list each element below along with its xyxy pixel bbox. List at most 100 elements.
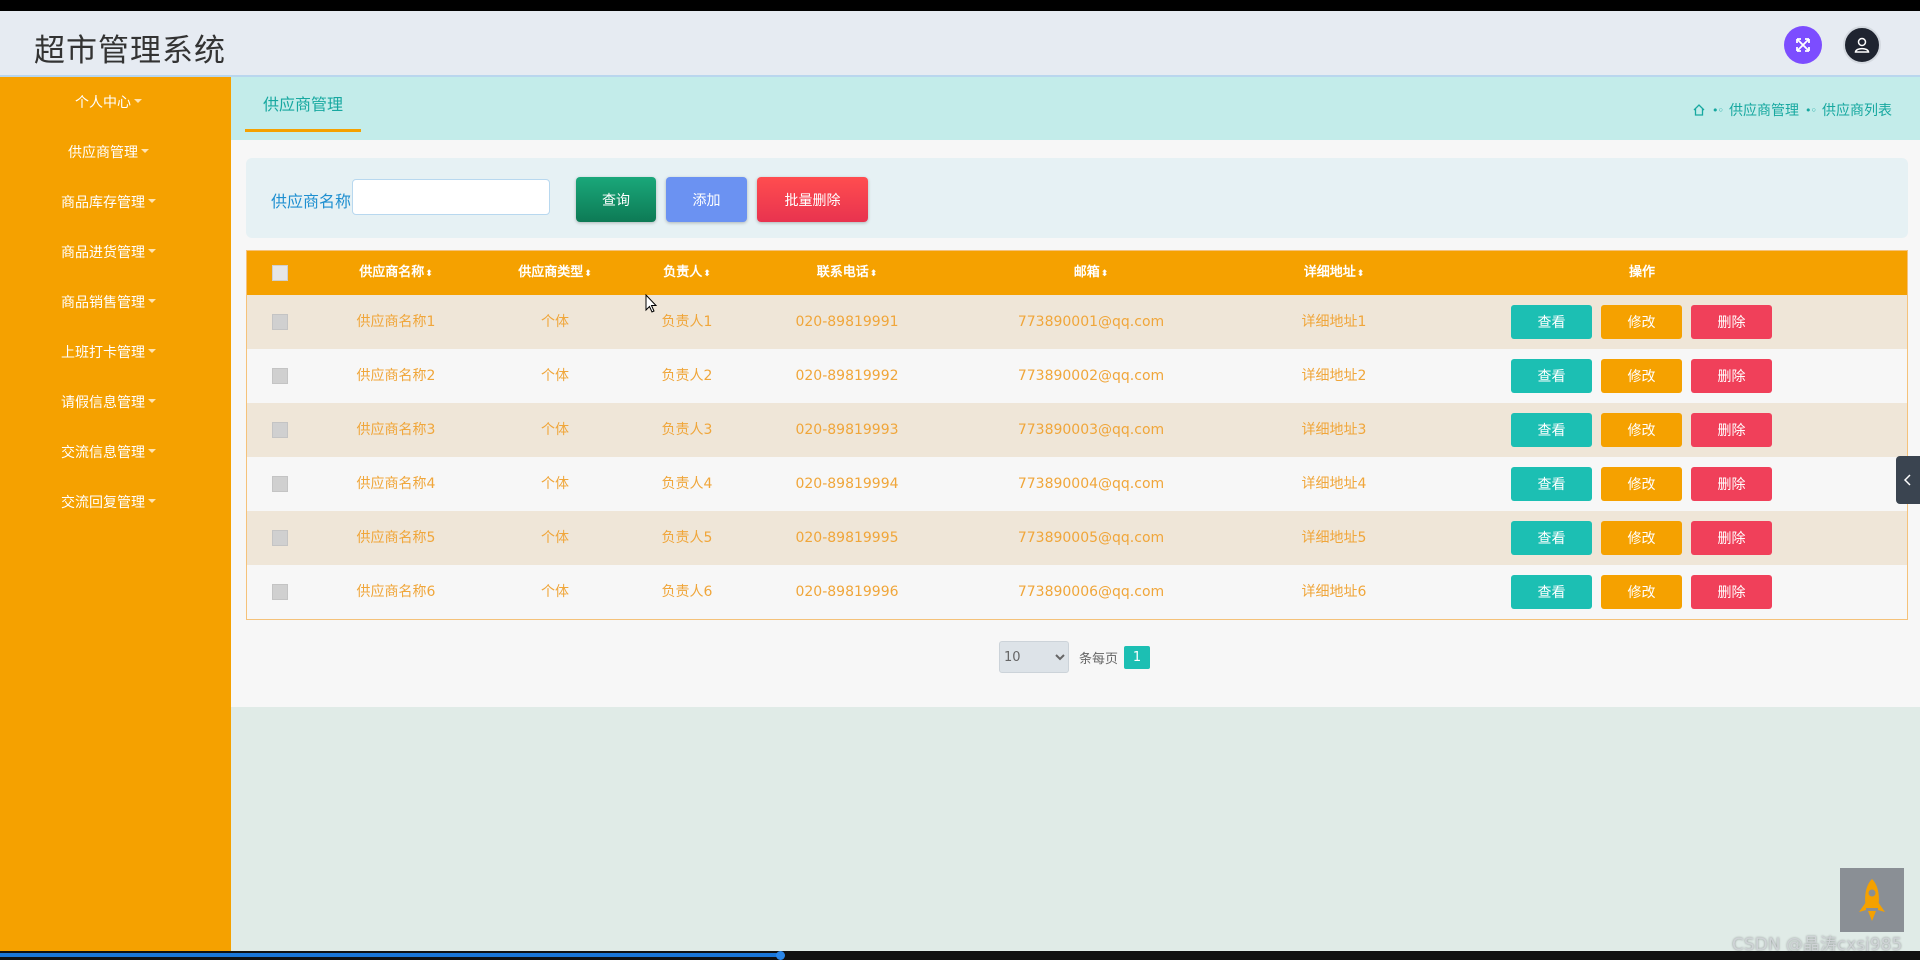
query-button[interactable]: 查询: [576, 177, 656, 222]
sidebar: 个人中心 供应商管理 商品库存管理 商品进货管理 商品销售管理 上班打卡管理 请…: [0, 77, 231, 951]
row-checkbox[interactable]: [272, 368, 288, 384]
user-avatar-button[interactable]: [1843, 26, 1881, 64]
cell-address: 详细地址6: [1301, 584, 1367, 600]
per-page-label: 条每页: [1079, 651, 1119, 667]
row-checkbox[interactable]: [272, 422, 288, 438]
edit-button[interactable]: 修改: [1601, 575, 1682, 609]
breadcrumb-item[interactable]: 供应商管理: [1729, 100, 1799, 120]
row-checkbox[interactable]: [272, 476, 288, 492]
column-header-email[interactable]: 邮箱⬍: [1074, 251, 1109, 295]
sidebar-item-label: 商品库存管理: [61, 195, 145, 211]
table-row: 供应商名称2 个体 负责人2 020-89819992 773890002@qq…: [247, 349, 1907, 403]
search-panel: 供应商名称 查询 添加 批量删除: [246, 158, 1908, 238]
edit-button[interactable]: 修改: [1601, 521, 1682, 555]
caret-down-icon: [141, 149, 149, 153]
cell-supplier-name: 供应商名称5: [356, 530, 436, 546]
cell-contact-person: 负责人5: [661, 530, 713, 546]
view-button[interactable]: 查看: [1511, 305, 1592, 339]
cell-email: 773890005@qq.com: [1017, 530, 1165, 546]
side-collapse-button[interactable]: [1896, 456, 1920, 504]
sidebar-item-label: 请假信息管理: [61, 395, 145, 411]
row-checkbox[interactable]: [272, 314, 288, 330]
progress-handle[interactable]: [776, 951, 785, 960]
select-all-checkbox[interactable]: [272, 265, 288, 281]
cell-email: 773890004@qq.com: [1017, 476, 1165, 492]
sidebar-item-leave[interactable]: 请假信息管理: [0, 392, 217, 412]
column-header-supplier-type[interactable]: 供应商类型⬍: [518, 251, 592, 295]
view-button[interactable]: 查看: [1511, 467, 1592, 501]
delete-button[interactable]: 删除: [1691, 521, 1772, 555]
sidebar-item-label: 商品进货管理: [61, 245, 145, 261]
cell-supplier-name: 供应商名称3: [356, 422, 436, 438]
column-header-supplier-name[interactable]: 供应商名称⬍: [359, 251, 433, 295]
cell-phone: 020-89819993: [795, 422, 899, 438]
delete-button[interactable]: 删除: [1691, 413, 1772, 447]
edit-button[interactable]: 修改: [1601, 467, 1682, 501]
column-header-address[interactable]: 详细地址⬍: [1304, 251, 1365, 295]
batch-delete-button[interactable]: 批量删除: [757, 177, 868, 222]
screen: 超市管理系统 个人中心 供应商管理 商品库存管理 商品进货管理 商品销售管理 上…: [0, 0, 1920, 960]
cell-supplier-type: 个体: [541, 314, 569, 330]
cell-contact-person: 负责人3: [661, 422, 713, 438]
caret-down-icon: [148, 449, 156, 453]
sidebar-item-supplier[interactable]: 供应商管理: [0, 142, 217, 162]
user-icon: [1854, 37, 1870, 53]
sidebar-item-personal-center[interactable]: 个人中心: [0, 92, 217, 112]
cell-supplier-type: 个体: [541, 368, 569, 384]
caret-down-icon: [148, 349, 156, 353]
view-button[interactable]: 查看: [1511, 359, 1592, 393]
supplier-name-input[interactable]: [352, 179, 550, 215]
column-header-contact-person[interactable]: 负责人⬍: [663, 251, 711, 295]
page-number-current[interactable]: 1: [1124, 645, 1151, 669]
sort-icon: ⬍: [1356, 269, 1365, 279]
cell-email: 773890002@qq.com: [1017, 368, 1165, 384]
cell-supplier-type: 个体: [541, 530, 569, 546]
cell-address: 详细地址1: [1301, 314, 1367, 330]
sidebar-item-messages[interactable]: 交流信息管理: [0, 442, 217, 462]
view-button[interactable]: 查看: [1511, 413, 1592, 447]
cell-email: 773890003@qq.com: [1017, 422, 1165, 438]
sidebar-item-attendance[interactable]: 上班打卡管理: [0, 342, 217, 362]
sidebar-item-sales[interactable]: 商品销售管理: [0, 292, 217, 312]
sort-icon: ⬍: [869, 269, 878, 279]
sidebar-item-label: 供应商管理: [68, 145, 138, 161]
sidebar-item-replies[interactable]: 交流回复管理: [0, 492, 217, 512]
sort-icon: ⬍: [425, 269, 433, 279]
delete-button[interactable]: 删除: [1691, 305, 1772, 339]
breadcrumb-item: 供应商列表: [1822, 103, 1892, 119]
sort-icon: ⬍: [584, 269, 592, 279]
caret-down-icon: [148, 399, 156, 403]
fullscreen-button[interactable]: [1784, 26, 1822, 64]
supplier-name-label: 供应商名称: [271, 192, 352, 211]
column-header-phone[interactable]: 联系电话⬍: [817, 251, 878, 295]
table-row: 供应商名称5 个体 负责人5 020-89819995 773890005@qq…: [247, 511, 1907, 565]
video-progress-bar[interactable]: [0, 951, 1920, 960]
delete-button[interactable]: 删除: [1691, 575, 1772, 609]
table-row: 供应商名称3 个体 负责人3 020-89819993 773890003@qq…: [247, 403, 1907, 457]
view-button[interactable]: 查看: [1511, 521, 1592, 555]
tab-supplier-management[interactable]: 供应商管理: [245, 77, 361, 132]
cell-contact-person: 负责人4: [661, 476, 713, 492]
back-to-top-button[interactable]: [1840, 868, 1904, 932]
cell-supplier-type: 个体: [541, 476, 569, 492]
cell-address: 详细地址4: [1301, 476, 1367, 492]
edit-button[interactable]: 修改: [1601, 413, 1682, 447]
edit-button[interactable]: 修改: [1601, 305, 1682, 339]
cell-contact-person: 负责人1: [661, 314, 713, 330]
delete-button[interactable]: 删除: [1691, 467, 1772, 501]
breadcrumb: •◦ 供应商管理 •◦ 供应商列表: [1692, 100, 1892, 120]
row-checkbox[interactable]: [272, 584, 288, 600]
page-size-select[interactable]: 10: [999, 641, 1069, 673]
table-row: 供应商名称1 个体 负责人1 020-89819991 773890001@qq…: [247, 295, 1907, 349]
sidebar-item-inventory[interactable]: 商品库存管理: [0, 192, 217, 212]
sidebar-item-label: 商品销售管理: [61, 295, 145, 311]
delete-button[interactable]: 删除: [1691, 359, 1772, 393]
cell-supplier-name: 供应商名称2: [356, 368, 436, 384]
edit-button[interactable]: 修改: [1601, 359, 1682, 393]
home-icon[interactable]: [1692, 103, 1706, 117]
view-button[interactable]: 查看: [1511, 575, 1592, 609]
add-button[interactable]: 添加: [666, 177, 747, 222]
cell-phone: 020-89819991: [795, 314, 899, 330]
sidebar-item-purchase[interactable]: 商品进货管理: [0, 242, 217, 262]
row-checkbox[interactable]: [272, 530, 288, 546]
